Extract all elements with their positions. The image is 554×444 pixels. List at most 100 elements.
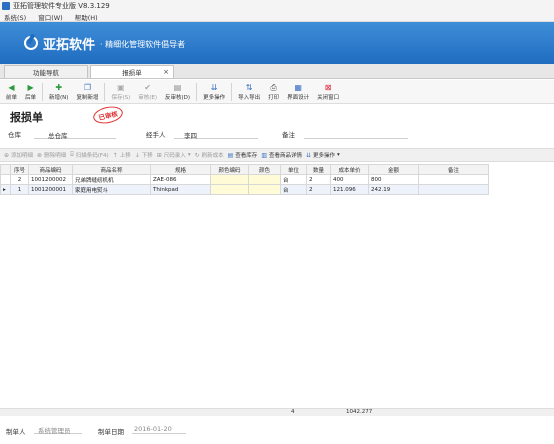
- table-cell[interactable]: 1: [10, 184, 29, 195]
- tab-loss-report[interactable]: 报损单 ×: [90, 65, 174, 78]
- table-cell[interactable]: [210, 174, 249, 185]
- column-header[interactable]: 颜色: [248, 164, 281, 175]
- tab-label: 报损单: [122, 69, 142, 77]
- layout-icon: ▦: [294, 82, 302, 92]
- plus-icon: ⊕: [4, 151, 10, 159]
- save-button[interactable]: ▣ 保存(S): [107, 81, 134, 103]
- column-header[interactable]: 商品名称: [72, 164, 151, 175]
- delete-line-button[interactable]: ⊗ 删除明细: [37, 151, 66, 160]
- column-header[interactable]: 备注: [418, 164, 489, 175]
- tab-navigation[interactable]: 功能导航: [4, 65, 88, 78]
- warehouse-label: 仓库: [8, 131, 21, 139]
- down-icon: ↓: [134, 151, 140, 159]
- refresh-cost-button[interactable]: ↻ 刷新成本: [195, 151, 224, 160]
- toolbar: ◀ 前单 ▶ 后单 ✚ 新增(N) ❐ 复制新增 ▣ 保存(S) ✔ 审核(E)…: [0, 80, 554, 104]
- table-cell[interactable]: [210, 184, 249, 195]
- copy-icon: ❐: [83, 82, 92, 92]
- table-cell[interactable]: ZAE-086: [150, 174, 211, 185]
- add-line-button[interactable]: ⊕ 添加明细: [4, 151, 33, 160]
- table-cell[interactable]: [248, 184, 281, 195]
- unapprove-button[interactable]: ▤ 反审核(D): [161, 81, 194, 103]
- grid-more-actions-button[interactable]: ⇊ 更多操作 ▾: [306, 151, 340, 160]
- table-cell[interactable]: 2: [306, 184, 331, 195]
- table-cell[interactable]: 台: [280, 184, 307, 195]
- move-down-button[interactable]: ↓ 下移: [134, 151, 153, 160]
- column-header[interactable]: 颜色编码: [210, 164, 249, 175]
- table-cell[interactable]: [418, 184, 489, 195]
- column-header[interactable]: 商品编码: [28, 164, 73, 175]
- table-cell[interactable]: 家庭用电熨斗: [72, 184, 151, 195]
- window-title: 亚拓管理软件专业版 V8.3.129: [13, 2, 110, 10]
- layout-design-button[interactable]: ▦ 界面设计: [283, 81, 313, 103]
- copy-new-button[interactable]: ❐ 复制新增: [72, 81, 102, 103]
- handler-field[interactable]: 李四: [174, 130, 258, 140]
- print-button[interactable]: ⎙ 打印: [264, 81, 283, 103]
- maker-label: 制单人: [6, 428, 26, 436]
- close-tab-icon[interactable]: ×: [163, 68, 169, 76]
- detail-toolbar: ⊕ 添加明细 ⊗ 删除明细 ⌸ 扫描条码(F4) ↑ 上移 ↓ 下移 ⊞ 尺码录入 ▾ ↻ 刷新…: [0, 148, 554, 162]
- date-field: 2016-01-20: [132, 425, 186, 434]
- page-title: 报损单: [10, 111, 43, 124]
- table-cell[interactable]: 800: [368, 174, 419, 185]
- table-cell[interactable]: 兄弟牌缝纫机机: [72, 174, 151, 185]
- next-doc-button[interactable]: ▶ 后单: [21, 81, 40, 103]
- toolbar-separator: [231, 82, 233, 101]
- footer-info: 制单人 系统管理员 制单日期 2016-01-20: [0, 424, 554, 436]
- scan-barcode-button[interactable]: ⌸ 扫描条码(F4): [70, 151, 109, 159]
- more-icon: ⇊: [210, 82, 218, 92]
- banner: 亚拓软件 · 精细化管理软件倡导者: [0, 22, 554, 64]
- delete-icon: ⊗: [37, 151, 43, 159]
- table-cell[interactable]: 242.19: [368, 184, 419, 195]
- view-product-detail-button[interactable]: ▥ 查看商品详情: [261, 151, 302, 160]
- table-cell[interactable]: [418, 174, 489, 185]
- total-amount: 1042.277: [346, 409, 373, 415]
- table-row[interactable]: ▸ 1 1001200001 家庭用电熨斗 Thinkpad 台 2 121.0…: [0, 184, 489, 195]
- new-button[interactable]: ✚ 新增(N): [45, 81, 72, 103]
- approved-stamp: 已审核: [91, 104, 125, 126]
- column-header[interactable]: 数量: [306, 164, 331, 175]
- chevron-down-icon: ▾: [337, 152, 340, 158]
- detail-table: 序号 商品编码 商品名称 规格 颜色编码 颜色 单位 数量 成本单价 金额 备注…: [0, 164, 489, 195]
- column-header[interactable]: 金额: [368, 164, 419, 175]
- check-icon: ✔: [144, 82, 151, 92]
- print-icon: ⎙: [270, 82, 277, 92]
- menu-window[interactable]: 窗口(W): [38, 12, 63, 22]
- move-up-button[interactable]: ↑ 上移: [113, 151, 131, 160]
- column-header[interactable]: 单位: [280, 164, 307, 175]
- warehouse-field[interactable]: 总仓库: [34, 130, 116, 140]
- summary-row: 4 1042.277: [0, 408, 554, 416]
- close-window-button[interactable]: ⊠ 关闭窗口: [313, 81, 343, 103]
- remark-field[interactable]: [304, 130, 408, 139]
- import-export-button[interactable]: ⇅ 导入导出: [234, 81, 264, 103]
- tab-strip: 功能导航 报损单 ×: [0, 64, 554, 79]
- table-cell[interactable]: 2: [10, 174, 29, 185]
- chevron-down-icon: ▾: [187, 152, 191, 158]
- prev-doc-button[interactable]: ◀ 前单: [2, 81, 21, 103]
- table-cell[interactable]: 台: [280, 174, 307, 185]
- header-form: 仓库 总仓库 经手人 李四 备注: [0, 128, 554, 140]
- tab-label: 功能导航: [33, 69, 59, 77]
- approve-button[interactable]: ✔ 审核(E): [134, 81, 161, 103]
- table-cell[interactable]: 1001200001: [28, 184, 73, 195]
- table-cell[interactable]: 1001200002: [28, 174, 73, 185]
- row-marker: ▸: [0, 184, 11, 195]
- table-cell[interactable]: [248, 174, 281, 185]
- menu-help[interactable]: 帮助(H): [75, 12, 98, 22]
- stock-icon: ▤: [227, 151, 234, 159]
- title-bar: 亚拓管理软件专业版 V8.3.129: [0, 0, 554, 12]
- view-stock-button[interactable]: ▤ 查看库存: [227, 151, 258, 160]
- column-header[interactable]: 规格: [150, 164, 211, 175]
- column-header[interactable]: 成本单价: [330, 164, 369, 175]
- size-entry-button[interactable]: ⊞ 尺码录入 ▾: [157, 151, 191, 160]
- table-cell[interactable]: 121.096: [330, 184, 369, 195]
- table-row[interactable]: 2 1001200002 兄弟牌缝纫机机 ZAE-086 台 2 400 800: [0, 174, 489, 185]
- table-cell[interactable]: Thinkpad: [150, 184, 211, 195]
- table-cell[interactable]: 2: [306, 174, 331, 185]
- arrow-left-icon: ◀: [8, 82, 15, 92]
- brand-slogan: · 精细化管理软件倡导者: [100, 40, 186, 49]
- more-actions-button[interactable]: ⇊ 更多操作: [199, 81, 229, 103]
- table-cell[interactable]: 400: [330, 174, 369, 185]
- column-header[interactable]: 序号: [10, 164, 29, 175]
- arrow-right-icon: ▶: [27, 82, 34, 92]
- menu-system[interactable]: 系统(S): [4, 12, 26, 22]
